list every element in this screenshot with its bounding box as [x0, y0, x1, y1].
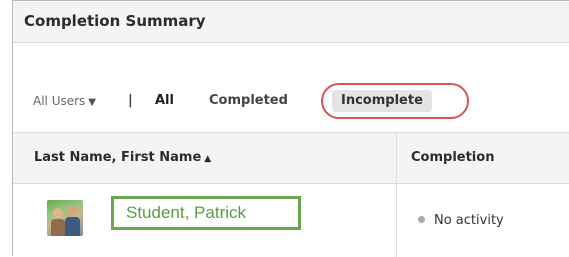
- user-avatar: [47, 200, 83, 236]
- column-divider: [396, 133, 397, 183]
- column-divider: [396, 184, 397, 257]
- student-name-link[interactable]: Student, Patrick: [111, 196, 301, 230]
- status-dot-icon: [418, 216, 425, 223]
- users-dropdown-label: All Users: [33, 94, 86, 108]
- filter-incomplete-button[interactable]: Incomplete: [332, 90, 432, 112]
- column-header-name-label: Last Name, First Name: [34, 150, 202, 165]
- caret-down-icon: ▼: [88, 97, 96, 108]
- column-header-name[interactable]: Last Name, First Name ▲: [34, 133, 211, 183]
- completion-status: No activity: [418, 212, 504, 230]
- panel-title: Completion Summary: [24, 12, 206, 30]
- table-row: Student, Patrick No activity: [13, 184, 569, 257]
- completion-status-label: No activity: [434, 213, 504, 228]
- users-dropdown[interactable]: All Users ▼: [33, 89, 96, 115]
- filter-separator: |: [128, 93, 133, 108]
- completion-summary-panel: Completion Summary All Users ▼ | All Comp…: [12, 0, 569, 257]
- table-header: Last Name, First Name ▲ Completion: [13, 132, 569, 184]
- sort-ascending-icon: ▲: [204, 154, 212, 164]
- column-header-completion[interactable]: Completion: [411, 133, 494, 183]
- incomplete-highlight-oval: Incomplete: [321, 83, 469, 119]
- panel-header: Completion Summary: [13, 1, 569, 43]
- filter-completed-link[interactable]: Completed: [209, 89, 288, 113]
- filter-all-link[interactable]: All: [155, 89, 174, 113]
